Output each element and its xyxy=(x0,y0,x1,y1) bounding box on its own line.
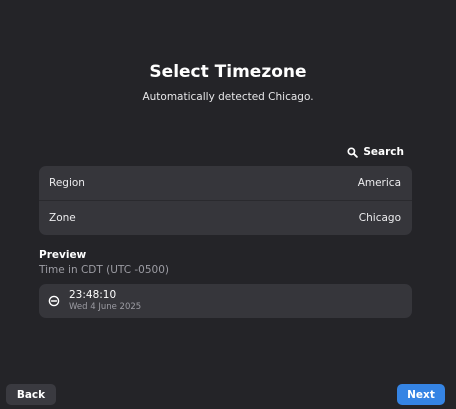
next-button[interactable]: Next xyxy=(397,384,445,405)
back-button[interactable]: Back xyxy=(6,384,56,405)
time-preview-text: 23:48:10 Wed 4 June 2025 xyxy=(69,289,141,313)
preview-caption: Time in CDT (UTC -0500) xyxy=(39,264,169,276)
page-subtitle: Automatically detected Chicago. xyxy=(142,91,314,103)
preview-date: Wed 4 June 2025 xyxy=(69,302,142,312)
zone-row[interactable]: Zone Chicago xyxy=(39,200,412,234)
page-title: Select Timezone xyxy=(149,62,307,82)
region-label: Region xyxy=(49,177,85,189)
search-icon xyxy=(347,146,359,158)
search-button-label: Search xyxy=(363,146,404,158)
region-value: America xyxy=(357,177,401,189)
time-preview-card: 23:48:10 Wed 4 June 2025 xyxy=(39,284,412,318)
region-row[interactable]: Region America xyxy=(39,166,412,200)
zone-label: Zone xyxy=(49,211,76,224)
preview-heading: Preview xyxy=(39,249,87,261)
timezone-setup-page: Select Timezone Automatically detected C… xyxy=(0,0,456,409)
preview-time: 23:48:10 xyxy=(69,289,117,301)
zone-value: Chicago xyxy=(358,211,401,224)
search-button[interactable]: Search xyxy=(347,142,404,162)
clock-icon xyxy=(39,295,69,307)
timezone-settings-list: Region America Zone Chicago xyxy=(39,166,412,235)
